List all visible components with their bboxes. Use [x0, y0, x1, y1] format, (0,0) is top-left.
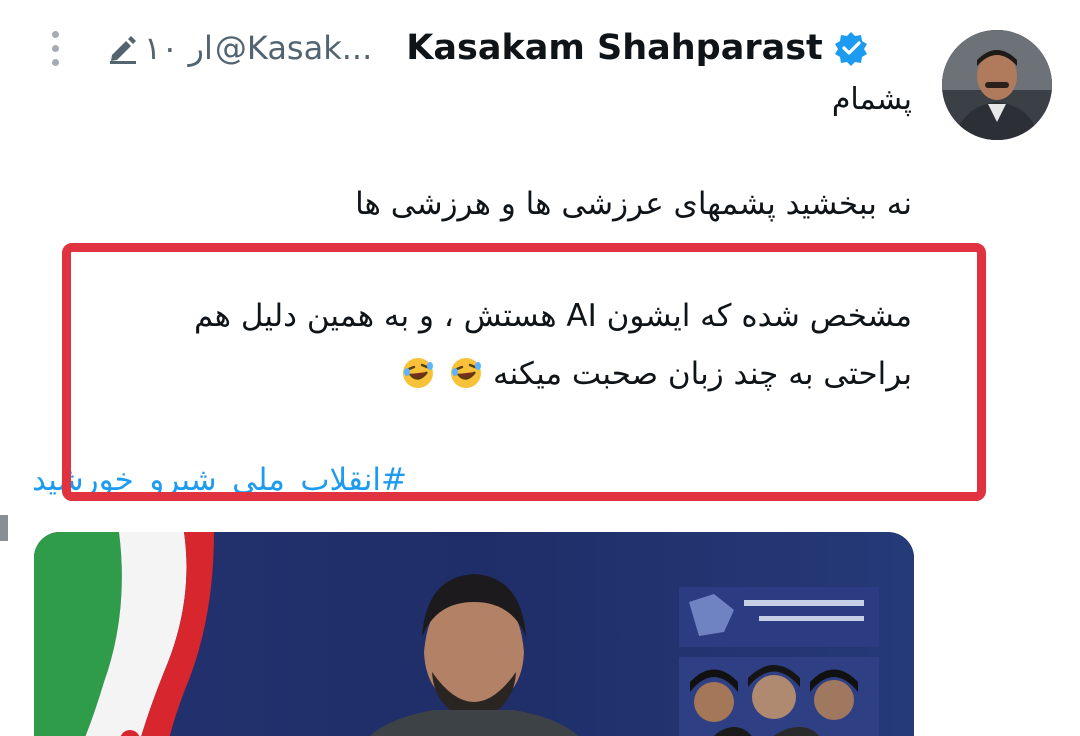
tweet-time[interactable]: ۱۰ ار [144, 29, 213, 67]
avatar-photo [942, 30, 1052, 140]
tweet-media-image[interactable] [34, 532, 914, 736]
rofl-emoji [403, 358, 434, 388]
tweet-text-line: براحتی به چند زبان صحبت میکنه [397, 356, 912, 392]
media-photo [34, 532, 914, 736]
tweet-text-line: نه ببخشید پشمهای عرزشی ها و هرزشی ها [355, 186, 912, 222]
tweet-screen: ۱۰ ار @Kasak... Kasakam Shahparast پشمام… [0, 0, 1080, 736]
author-display-name[interactable]: Kasakam Shahparast [406, 28, 823, 68]
reply-text: پشمام [831, 82, 912, 117]
avatar[interactable] [942, 30, 1052, 140]
verified-badge-icon [834, 32, 867, 66]
edit-pencil-icon [110, 36, 136, 64]
tweet-header: ۱۰ ار @Kasak... Kasakam Shahparast [40, 22, 920, 74]
hashtag-link[interactable]: #انقلاب_ملی_شیرو_خورشید [32, 462, 407, 498]
author-handle[interactable]: @Kasak... [215, 29, 372, 67]
scroll-marker [0, 515, 8, 541]
rofl-emoji [451, 358, 482, 388]
tweet-text-line-content: براحتی به چند زبان صحبت میکنه [493, 356, 912, 392]
more-vertical-icon[interactable] [40, 24, 70, 72]
tweet-text-line: مشخص شده که ایشون AI هستش ، و به همین دل… [194, 298, 912, 334]
